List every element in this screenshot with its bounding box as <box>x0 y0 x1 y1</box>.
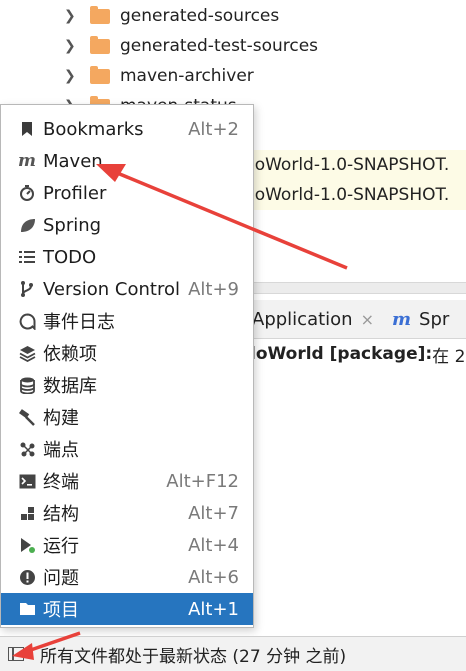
menu-item-label: 结构 <box>43 504 79 525</box>
chevron-right-icon[interactable]: ❯ <box>64 68 78 84</box>
event-log-icon <box>17 311 37 331</box>
jar-file-label: loWorld-1.0-SNAPSHOT. <box>250 185 450 205</box>
menu-item-structure[interactable]: 结构 Alt+7 <box>1 497 253 529</box>
menu-item-label: 数据库 <box>43 376 97 397</box>
menu-item-project[interactable]: 项目 Alt+1 <box>1 593 253 625</box>
tab-application-label: Application <box>252 308 353 330</box>
database-icon <box>17 375 37 395</box>
chevron-right-icon[interactable]: ❯ <box>64 8 78 24</box>
close-icon[interactable]: × <box>361 310 374 329</box>
spring-leaf-icon <box>17 215 37 235</box>
menu-item-label: Bookmarks <box>43 118 144 140</box>
tab-application[interactable]: Application × <box>252 300 374 338</box>
menu-item-label: 事件日志 <box>43 312 115 333</box>
tool-window-menu: Bookmarks Alt+2 m Maven Profiler Spring … <box>0 104 254 628</box>
build-project-text: loWorld [package]: <box>250 344 433 364</box>
dependencies-icon <box>17 343 37 363</box>
tab-spring-label: Spr <box>419 308 450 330</box>
menu-item-terminal[interactable]: 终端 Alt+F12 <box>1 465 253 497</box>
menu-item-label: TODO <box>43 246 97 268</box>
menu-item-dependencies[interactable]: 依赖项 <box>1 337 253 369</box>
menu-item-shortcut: Alt+2 <box>188 118 239 140</box>
project-folder-icon <box>17 599 37 619</box>
maven-icon: m <box>18 151 36 171</box>
hammer-icon <box>17 407 37 427</box>
tool-windows-toggle-icon[interactable] <box>8 647 24 661</box>
menu-item-label: Profiler <box>43 182 107 204</box>
menu-item-endpoints[interactable]: 端点 <box>1 433 253 465</box>
bookmark-icon <box>17 119 37 139</box>
branch-icon <box>17 279 37 299</box>
menu-item-shortcut: Alt+1 <box>188 598 239 620</box>
folder-icon <box>90 65 110 84</box>
menu-item-bookmarks[interactable]: Bookmarks Alt+2 <box>1 113 253 145</box>
todo-list-icon <box>17 247 37 267</box>
menu-item-maven[interactable]: m Maven <box>1 145 253 177</box>
menu-item-build[interactable]: 构建 <box>1 401 253 433</box>
folder-icon <box>90 35 110 54</box>
build-status-text: 在 20 <box>432 346 466 367</box>
menu-item-label: 构建 <box>43 408 79 429</box>
folder-label: generated-test-sources <box>120 36 319 56</box>
status-text: 所有文件都处于最新状态 (27 分钟 之前) <box>40 646 347 667</box>
chevron-right-icon[interactable]: ❯ <box>64 38 78 54</box>
menu-item-label: Spring <box>43 214 102 236</box>
menu-item-event-log[interactable]: 事件日志 <box>1 305 253 337</box>
tree-folder-row[interactable]: ❯ generated-sources <box>0 1 279 31</box>
menu-item-shortcut: Alt+F12 <box>166 470 239 492</box>
folder-label: maven-archiver <box>120 66 254 86</box>
menu-item-shortcut: Alt+4 <box>188 534 239 556</box>
structure-icon <box>17 503 37 523</box>
menu-item-todo[interactable]: TODO <box>1 241 253 273</box>
menu-item-label: 项目 <box>43 600 79 621</box>
problems-icon <box>17 567 37 587</box>
tab-spring[interactable]: m Spr <box>392 300 466 338</box>
status-bar: 所有文件都处于最新状态 (27 分钟 之前) <box>0 636 466 671</box>
menu-item-profiler[interactable]: Profiler <box>1 177 253 209</box>
menu-item-shortcut: Alt+7 <box>188 502 239 524</box>
folder-label: generated-sources <box>120 6 280 26</box>
maven-icon: m <box>392 308 412 330</box>
jar-file-row[interactable]: loWorld-1.0-SNAPSHOT. <box>250 180 466 210</box>
menu-item-label: 依赖项 <box>43 344 97 365</box>
menu-item-label: 终端 <box>43 472 79 493</box>
jar-file-row[interactable]: loWorld-1.0-SNAPSHOT. <box>250 150 466 180</box>
menu-item-shortcut: Alt+9 <box>188 278 239 300</box>
folder-icon <box>90 5 110 24</box>
menu-item-run[interactable]: 运行 Alt+4 <box>1 529 253 561</box>
menu-item-label: 问题 <box>43 568 79 589</box>
jar-file-label: loWorld-1.0-SNAPSHOT. <box>250 155 450 175</box>
menu-item-label: Maven <box>43 150 103 172</box>
tree-folder-row[interactable]: ❯ generated-test-sources <box>0 31 318 61</box>
menu-item-label: 端点 <box>43 440 79 461</box>
menu-item-database[interactable]: 数据库 <box>1 369 253 401</box>
endpoints-icon <box>17 439 37 459</box>
menu-item-label: Version Control <box>43 278 180 300</box>
menu-item-spring[interactable]: Spring <box>1 209 253 241</box>
menu-item-problems[interactable]: 问题 Alt+6 <box>1 561 253 593</box>
tree-folder-row[interactable]: ❯ maven-archiver <box>0 61 254 91</box>
menu-item-label: 运行 <box>43 536 79 557</box>
menu-item-version-control[interactable]: Version Control Alt+9 <box>1 273 253 305</box>
build-output-line: loWorld [package]: 在 20 <box>250 340 466 368</box>
run-icon <box>17 535 37 555</box>
terminal-icon <box>17 471 37 491</box>
menu-item-shortcut: Alt+6 <box>188 566 239 588</box>
profiler-icon <box>17 183 37 203</box>
